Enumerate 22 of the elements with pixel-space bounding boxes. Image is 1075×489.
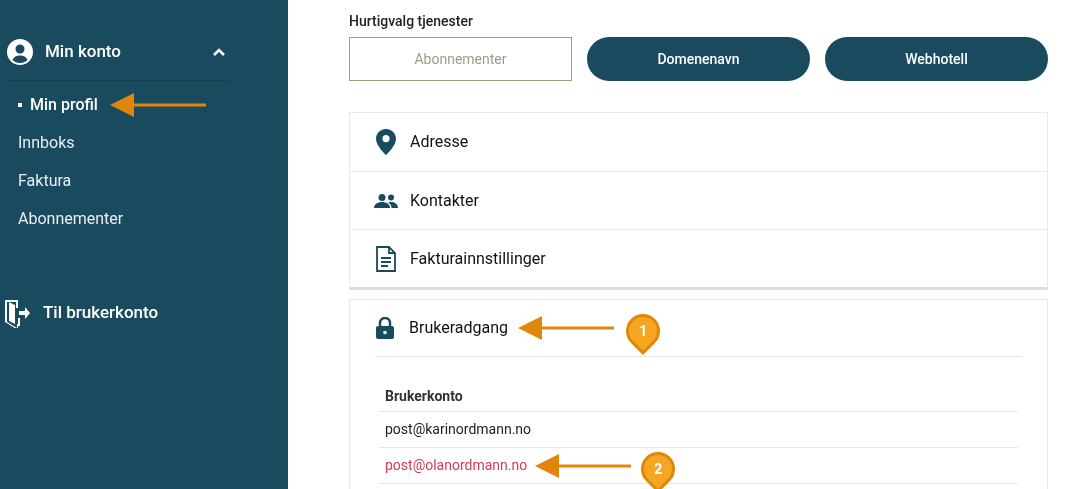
section-title: Brukeradgang [409, 317, 508, 339]
quick-service-button[interactable]: Webhotell [825, 37, 1048, 81]
people-icon [374, 193, 398, 208]
settings-row[interactable]: Fakturainnstillinger [350, 229, 1047, 287]
table-cell-text: post@karinordmann.no [385, 420, 532, 439]
user-circle-icon [7, 39, 33, 65]
sidebar-link[interactable]: Abonnementer [18, 207, 124, 231]
exit-door-icon [4, 298, 30, 328]
sidebar-link[interactable]: Min profil [18, 93, 98, 117]
exit-link[interactable]: Til brukerkonto [0, 298, 288, 328]
table-header: Brukerkonto [379, 381, 1018, 412]
location-pin-icon [376, 129, 396, 155]
account-menu-header[interactable]: Min konto [0, 34, 288, 70]
lock-icon [376, 317, 394, 339]
sidebar-link[interactable]: Faktura [18, 169, 72, 193]
table-cell-text: post@olanordmann.no [385, 456, 528, 475]
settings-row[interactable]: Adresse [350, 113, 1047, 171]
quick-services-title: Hurtigvalg tjenester [349, 12, 474, 31]
document-icon [376, 245, 396, 272]
quick-service-button[interactable]: Domenenavn [587, 37, 810, 81]
settings-row[interactable]: Kontakter [350, 171, 1047, 229]
sidebar-link[interactable]: Innboks [18, 131, 75, 155]
